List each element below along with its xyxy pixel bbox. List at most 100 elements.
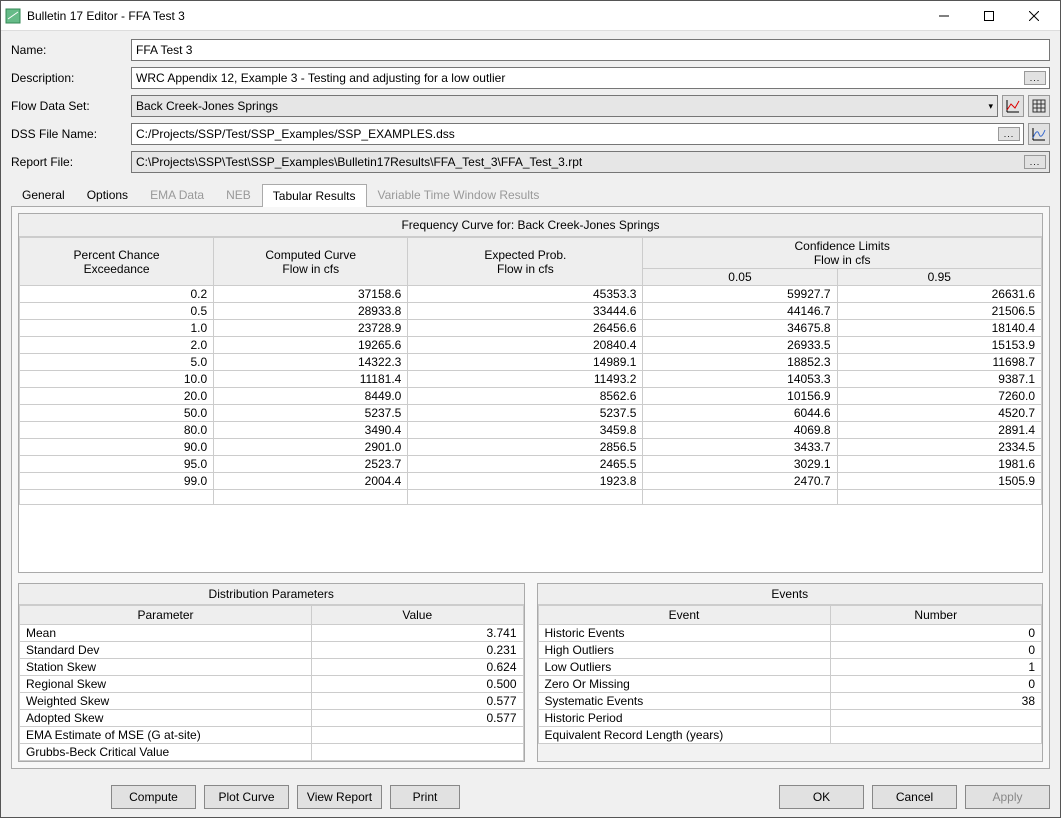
cell[interactable]: 45353.3 xyxy=(408,286,643,303)
param-value[interactable]: 0.624 xyxy=(312,659,523,676)
cell[interactable]: 90.0 xyxy=(20,439,214,456)
event-name[interactable]: Systematic Events xyxy=(538,693,830,710)
param-value[interactable]: 3.741 xyxy=(312,625,523,642)
report-file-open-button[interactable]: ... xyxy=(1024,155,1046,169)
cell[interactable]: 50.0 xyxy=(20,405,214,422)
cell[interactable]: 26631.6 xyxy=(837,286,1041,303)
cell[interactable]: 5237.5 xyxy=(214,405,408,422)
cell[interactable]: 11181.4 xyxy=(214,371,408,388)
event-name[interactable]: Historic Events xyxy=(538,625,830,642)
cell[interactable]: 19265.6 xyxy=(214,337,408,354)
dss-file-browse-button[interactable]: ... xyxy=(998,127,1020,141)
cell[interactable]: 26456.6 xyxy=(408,320,643,337)
event-number[interactable] xyxy=(830,710,1041,727)
compute-button[interactable]: Compute xyxy=(111,785,196,809)
cell[interactable]: 18852.3 xyxy=(643,354,837,371)
cell[interactable]: 3459.8 xyxy=(408,422,643,439)
param-name[interactable]: Mean xyxy=(20,625,312,642)
cell[interactable]: 95.0 xyxy=(20,456,214,473)
cell[interactable]: 8562.6 xyxy=(408,388,643,405)
cell[interactable]: 59927.7 xyxy=(643,286,837,303)
ok-button[interactable]: OK xyxy=(779,785,864,809)
cell[interactable]: 21506.5 xyxy=(837,303,1041,320)
cell[interactable]: 1.0 xyxy=(20,320,214,337)
apply-button[interactable]: Apply xyxy=(965,785,1050,809)
cell[interactable]: 18140.4 xyxy=(837,320,1041,337)
cell[interactable]: 8449.0 xyxy=(214,388,408,405)
description-more-button[interactable]: ... xyxy=(1024,71,1046,85)
print-button[interactable]: Print xyxy=(390,785,460,809)
event-number[interactable]: 0 xyxy=(830,642,1041,659)
tab-general[interactable]: General xyxy=(11,183,76,206)
cell[interactable]: 7260.0 xyxy=(837,388,1041,405)
cell[interactable]: 5.0 xyxy=(20,354,214,371)
cell[interactable]: 1923.8 xyxy=(408,473,643,490)
event-number[interactable]: 1 xyxy=(830,659,1041,676)
cell[interactable]: 2891.4 xyxy=(837,422,1041,439)
cell[interactable]: 10.0 xyxy=(20,371,214,388)
event-number[interactable]: 0 xyxy=(830,676,1041,693)
event-name[interactable]: High Outliers xyxy=(538,642,830,659)
cell[interactable]: 80.0 xyxy=(20,422,214,439)
event-number[interactable] xyxy=(830,727,1041,744)
cell[interactable]: 26933.5 xyxy=(643,337,837,354)
cell[interactable]: 2334.5 xyxy=(837,439,1041,456)
cancel-button[interactable]: Cancel xyxy=(872,785,957,809)
event-name[interactable]: Zero Or Missing xyxy=(538,676,830,693)
cell[interactable]: 15153.9 xyxy=(837,337,1041,354)
cell[interactable]: 2901.0 xyxy=(214,439,408,456)
cell[interactable]: 14322.3 xyxy=(214,354,408,371)
cell[interactable]: 6044.6 xyxy=(643,405,837,422)
param-value[interactable] xyxy=(312,727,523,744)
cell[interactable]: 4069.8 xyxy=(643,422,837,439)
cell[interactable]: 33444.6 xyxy=(408,303,643,320)
param-name[interactable]: Station Skew xyxy=(20,659,312,676)
cell[interactable]: 9387.1 xyxy=(837,371,1041,388)
cell[interactable]: 1981.6 xyxy=(837,456,1041,473)
cell[interactable]: 3433.7 xyxy=(643,439,837,456)
flow-data-set-select[interactable]: Back Creek-Jones Springs ▾ xyxy=(131,95,998,117)
param-value[interactable] xyxy=(312,744,523,761)
cell[interactable]: 44146.7 xyxy=(643,303,837,320)
cell[interactable]: 2.0 xyxy=(20,337,214,354)
tab-options[interactable]: Options xyxy=(76,183,139,206)
view-report-button[interactable]: View Report xyxy=(297,785,382,809)
param-value[interactable]: 0.577 xyxy=(312,693,523,710)
param-name[interactable]: Regional Skew xyxy=(20,676,312,693)
plot-curve-button[interactable]: Plot Curve xyxy=(204,785,289,809)
dss-plot-icon[interactable] xyxy=(1028,123,1050,145)
event-name[interactable]: Historic Period xyxy=(538,710,830,727)
event-name[interactable]: Equivalent Record Length (years) xyxy=(538,727,830,744)
param-name[interactable]: Adopted Skew xyxy=(20,710,312,727)
cell[interactable]: 2465.5 xyxy=(408,456,643,473)
event-name[interactable]: Low Outliers xyxy=(538,659,830,676)
flow-table-icon[interactable] xyxy=(1028,95,1050,117)
cell[interactable]: 3490.4 xyxy=(214,422,408,439)
description-input[interactable]: WRC Appendix 12, Example 3 - Testing and… xyxy=(131,67,1050,89)
param-name[interactable]: Standard Dev xyxy=(20,642,312,659)
cell[interactable]: 3029.1 xyxy=(643,456,837,473)
cell[interactable]: 1505.9 xyxy=(837,473,1041,490)
param-name[interactable]: EMA Estimate of MSE (G at-site) xyxy=(20,727,312,744)
cell[interactable]: 2523.7 xyxy=(214,456,408,473)
cell[interactable]: 2004.4 xyxy=(214,473,408,490)
cell[interactable]: 14053.3 xyxy=(643,371,837,388)
maximize-button[interactable] xyxy=(966,1,1011,31)
flow-plot-icon[interactable] xyxy=(1002,95,1024,117)
param-name[interactable]: Grubbs-Beck Critical Value xyxy=(20,744,312,761)
cell[interactable]: 0.2 xyxy=(20,286,214,303)
cell[interactable]: 28933.8 xyxy=(214,303,408,320)
event-number[interactable]: 0 xyxy=(830,625,1041,642)
cell[interactable]: 34675.8 xyxy=(643,320,837,337)
cell[interactable]: 14989.1 xyxy=(408,354,643,371)
param-value[interactable]: 0.500 xyxy=(312,676,523,693)
cell[interactable]: 20.0 xyxy=(20,388,214,405)
cell[interactable]: 20840.4 xyxy=(408,337,643,354)
close-button[interactable] xyxy=(1011,1,1056,31)
name-input[interactable] xyxy=(131,39,1050,61)
param-name[interactable]: Weighted Skew xyxy=(20,693,312,710)
dss-file-input[interactable]: C:/Projects/SSP/Test/SSP_Examples/SSP_EX… xyxy=(131,123,1024,145)
cell[interactable]: 37158.6 xyxy=(214,286,408,303)
cell[interactable]: 11698.7 xyxy=(837,354,1041,371)
cell[interactable]: 0.5 xyxy=(20,303,214,320)
